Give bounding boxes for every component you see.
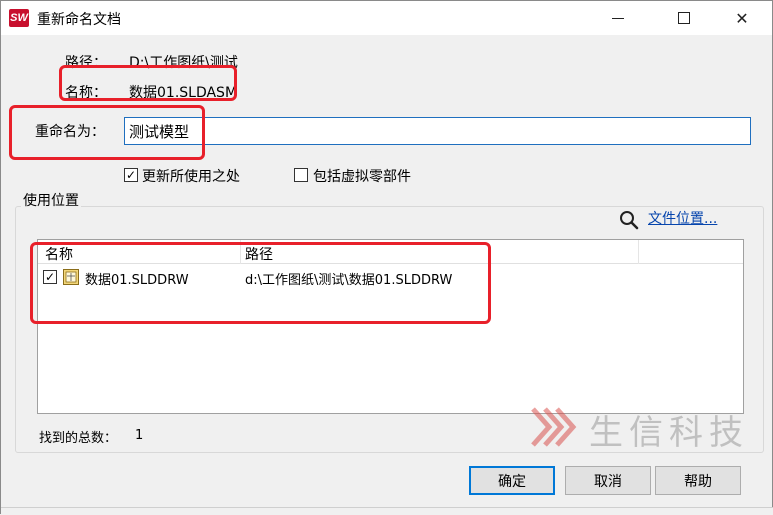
minimize-button[interactable]: [595, 1, 641, 35]
usage-group-label: 使用位置: [21, 190, 81, 210]
column-divider[interactable]: [638, 240, 639, 264]
maximize-icon: [678, 12, 690, 24]
rename-input[interactable]: [124, 117, 751, 145]
include-virtual-checkbox[interactable]: [294, 168, 308, 182]
watermark-logo-icon: [531, 407, 577, 447]
update-usages-label[interactable]: 更新所使用之处: [142, 166, 240, 186]
ok-button[interactable]: 确定: [469, 466, 555, 495]
update-usages-checkbox[interactable]: ✓: [124, 168, 138, 182]
rename-document-dialog: SW 重新命名文档 ✕ 路径： D:\工作图纸\测试 名称： 数据01.SLDA…: [0, 0, 773, 515]
cancel-button[interactable]: 取消: [565, 466, 651, 495]
maximize-button[interactable]: [661, 1, 707, 35]
title-bar[interactable]: SW 重新命名文档 ✕: [1, 1, 772, 35]
minimize-icon: [612, 17, 624, 19]
file-location-link[interactable]: 文件位置...: [648, 208, 717, 228]
close-button[interactable]: ✕: [719, 1, 765, 35]
highlight-box-name: [59, 65, 237, 101]
watermark-text: 生信科技: [589, 413, 749, 453]
close-icon: ✕: [735, 8, 749, 28]
help-button[interactable]: 帮助: [655, 466, 741, 495]
found-total-label: 找到的总数：: [39, 431, 118, 446]
search-icon[interactable]: [618, 209, 640, 231]
solidworks-app-icon: SW: [9, 9, 29, 27]
include-virtual-label[interactable]: 包括虚拟零部件: [313, 166, 411, 186]
window-title: 重新命名文档: [37, 12, 121, 28]
highlight-box-rename: [9, 105, 205, 160]
highlight-box-list-row: [30, 242, 491, 324]
watermark: 生信科技: [529, 401, 769, 453]
found-total-count: 1: [135, 428, 144, 443]
